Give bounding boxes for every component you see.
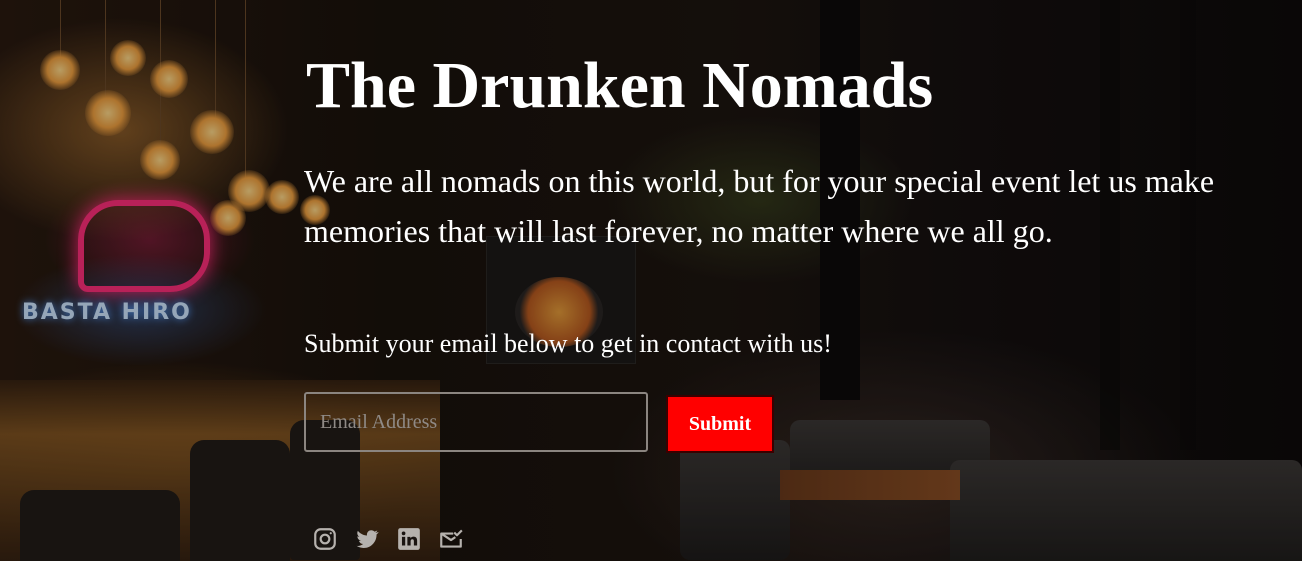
mail-check-icon xyxy=(438,526,464,552)
submit-button[interactable]: Submit xyxy=(666,395,774,453)
page-title: The Drunken Nomads xyxy=(306,49,934,122)
email-input[interactable] xyxy=(304,392,648,452)
linkedin-link[interactable] xyxy=(396,526,422,552)
hero-tagline: We are all nomads on this world, but for… xyxy=(304,163,1215,249)
twitter-link[interactable] xyxy=(354,526,380,552)
instagram-icon xyxy=(312,526,338,552)
mail-link[interactable] xyxy=(438,526,464,552)
twitter-icon xyxy=(354,526,380,552)
contact-prompt: Submit your email below to get in contac… xyxy=(304,329,832,358)
instagram-link[interactable] xyxy=(312,526,338,552)
linkedin-icon xyxy=(396,526,422,552)
social-links xyxy=(312,526,464,556)
